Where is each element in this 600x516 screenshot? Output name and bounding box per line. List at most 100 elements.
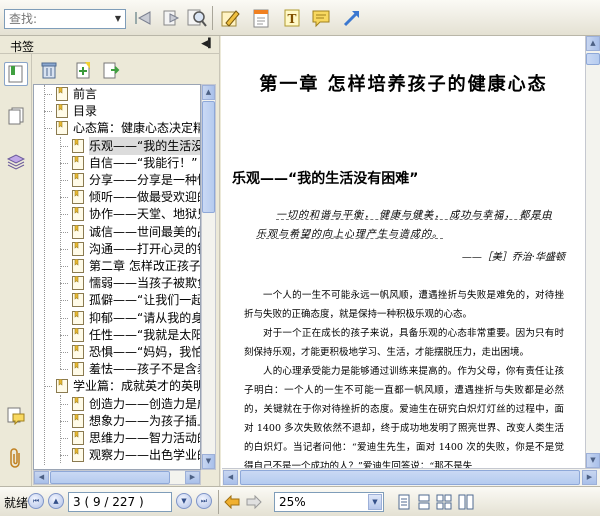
bookmark-page-icon (72, 276, 84, 291)
bookmark-label: 倾听——做最受欢迎的人 (89, 190, 200, 205)
bookmark-page-icon (72, 345, 84, 359)
epigraph-quote: 一切的和谐与平衡， 健康与健美， 成功与幸福， 都是由乐观与希望的向上心理产生与… (256, 210, 553, 240)
layers-tab-icon[interactable] (4, 150, 28, 174)
comment-icon[interactable] (309, 6, 333, 30)
bookmark-page-icon (56, 121, 68, 136)
bookmark-label: 孤僻——“让我们一起玩吧” (89, 293, 200, 308)
scroll-right-arrow[interactable]: ▶ (582, 470, 597, 485)
search-input[interactable] (5, 10, 113, 28)
add-bookmark-icon[interactable] (72, 59, 94, 81)
bookmark-label: 学业篇：成就英才的英明之举 (73, 379, 200, 394)
bookmark-item[interactable]: 心态篇：健康心态决定精彩人生 (34, 119, 200, 137)
scroll-up-arrow[interactable]: ▲ (202, 85, 215, 100)
bookmark-page-icon (72, 241, 84, 256)
bookmark-page-icon (72, 293, 84, 308)
bookmark-label: 任性——“我就是太阳” (89, 327, 201, 342)
scroll-down-arrow[interactable]: ▼ (586, 453, 600, 468)
bookmark-label: 想象力——为孩子插上想象的翅膀 (89, 413, 200, 428)
pencil-icon[interactable] (218, 6, 242, 30)
bookmark-label: 懦弱——当孩子被欺负时 (89, 276, 200, 291)
panel-title: 书签 (10, 40, 35, 54)
bookmark-label: 前言 (73, 87, 98, 101)
scroll-thumb[interactable] (240, 470, 580, 485)
scroll-left-arrow[interactable]: ◀ (34, 471, 49, 484)
page-vertical-scrollbar[interactable]: ▲ ▼ (585, 36, 600, 468)
epigraph-author: ——［美］乔治·华盛顿 (461, 252, 565, 263)
scroll-right-arrow[interactable]: ▶ (185, 471, 200, 484)
bookmark-label: 观察力——出色学业的基础 (89, 448, 200, 463)
scroll-down-arrow[interactable]: ▼ (202, 454, 215, 469)
zoom-select[interactable]: 25% ▼ (274, 492, 384, 512)
page-number-field[interactable]: 3 ( 9 / 227 ) (68, 492, 172, 512)
bookmark-page-icon (56, 379, 68, 394)
next-page-icon[interactable]: ▼ (176, 493, 192, 509)
bookmark-item[interactable]: 前言 (34, 85, 200, 103)
bookmark-page-icon (72, 431, 84, 445)
zoom-dropdown-icon[interactable]: ▼ (368, 494, 382, 510)
bookmark-label: 分享——分享是一种快乐 (89, 173, 200, 187)
body-paragraph: 对于一个正在成长的孩子来说，具备乐观的心态非常重要。因为只有时刻保持乐观，才能更… (244, 328, 564, 358)
bookmark-page-icon (72, 190, 84, 205)
bookmark-label: 诚信——世间最美的品德 (89, 224, 200, 239)
scroll-left-arrow[interactable]: ◀ (223, 470, 238, 485)
arrow-tool-icon[interactable] (340, 6, 364, 30)
bookmark-page-icon (72, 224, 84, 239)
zoom-value: 25% (279, 495, 306, 509)
pages-tab-icon[interactable] (4, 104, 28, 128)
bookmark-page-icon (72, 362, 84, 377)
scroll-thumb[interactable] (586, 53, 600, 65)
bookmark-tools (32, 54, 219, 84)
bookmark-vertical-scrollbar[interactable]: ▲ ▼ (201, 84, 216, 470)
next-result-icon[interactable] (159, 6, 183, 30)
bookmark-item[interactable]: 目录 (34, 102, 200, 120)
facing-pages-view-icon[interactable] (436, 493, 452, 511)
text-tool-icon[interactable]: T (280, 6, 304, 30)
two-page-view-icon[interactable] (458, 493, 474, 511)
chapter-title: 第一章 怎样培养孩子的健康心态 (259, 74, 548, 95)
find-icon[interactable] (185, 6, 209, 30)
back-icon[interactable] (224, 493, 240, 511)
bookmark-label: 沟通——打开心灵的钥匙 (89, 241, 200, 256)
bookmark-page-icon (72, 173, 84, 187)
bookmark-label: 乐观——“我的生活没有困难” (89, 136, 200, 155)
search-field[interactable]: ▼ (4, 9, 126, 29)
prev-result-icon[interactable] (131, 6, 155, 30)
forward-icon[interactable] (246, 493, 262, 511)
bookmark-page-icon (72, 413, 84, 428)
section-title: 乐观——“我的生活没有困难” (232, 171, 419, 187)
last-page-icon[interactable]: ⏭ (196, 493, 212, 509)
attachments-tab-icon[interactable] (4, 446, 28, 470)
bookmark-item[interactable]: 学业篇：成就英才的英明之举 (34, 377, 200, 395)
panel-side-tabs (0, 54, 32, 486)
bookmarks-tab-icon[interactable] (4, 62, 28, 86)
scroll-up-arrow[interactable]: ▲ (586, 36, 600, 51)
continuous-view-icon[interactable] (416, 493, 432, 511)
bookmark-label: 思维力——智力活动的核心 (89, 431, 200, 445)
collapse-panel-icon[interactable]: ◀▍ (201, 39, 215, 49)
comments-tab-icon[interactable] (4, 404, 28, 428)
delete-bookmark-icon[interactable] (38, 59, 60, 81)
bookmark-tree: 前言目录心态篇：健康心态决定精彩人生乐观——“我的生活没有困难”自信——“我能行… (33, 84, 201, 470)
bookmark-label: 协作——天堂、地狱只在一念之间 (89, 207, 200, 222)
notepad-icon[interactable] (249, 6, 273, 30)
body-paragraph: 人的心理承受能力是能够通过训练来提高的。作为父母，你有责任让孩子明白：一个人的一… (244, 366, 564, 468)
bookmark-page-icon (56, 104, 68, 119)
bookmark-horizontal-scrollbar[interactable]: ◀ ▶ (33, 470, 201, 485)
svg-text:T: T (288, 12, 297, 26)
first-page-icon[interactable]: ⏮ (28, 493, 44, 509)
document-page: 第一章 怎样培养孩子的健康心态 乐观——“我的生活没有困难” 一切的和谐与平衡，… (222, 36, 585, 468)
bookmark-properties-icon[interactable] (100, 59, 122, 81)
prev-page-icon[interactable]: ▲ (48, 493, 64, 509)
bookmark-page-icon (72, 259, 84, 273)
search-dropdown-icon[interactable]: ▼ (112, 11, 124, 27)
scroll-thumb[interactable] (50, 471, 170, 484)
scroll-thumb[interactable] (202, 101, 215, 213)
bookmark-page-icon (72, 396, 84, 411)
page-horizontal-scrollbar[interactable]: ◀ ▶ (222, 468, 600, 486)
bookmark-label: 羞怯——孩子不是含羞草 (89, 362, 200, 377)
bookmark-page-icon (72, 207, 84, 222)
main-toolbar: ▼ T (0, 0, 600, 36)
bookmark-page-icon (72, 327, 84, 342)
bookmark-label: 自信——“我能行！” (89, 155, 198, 170)
single-page-view-icon[interactable] (396, 493, 412, 511)
